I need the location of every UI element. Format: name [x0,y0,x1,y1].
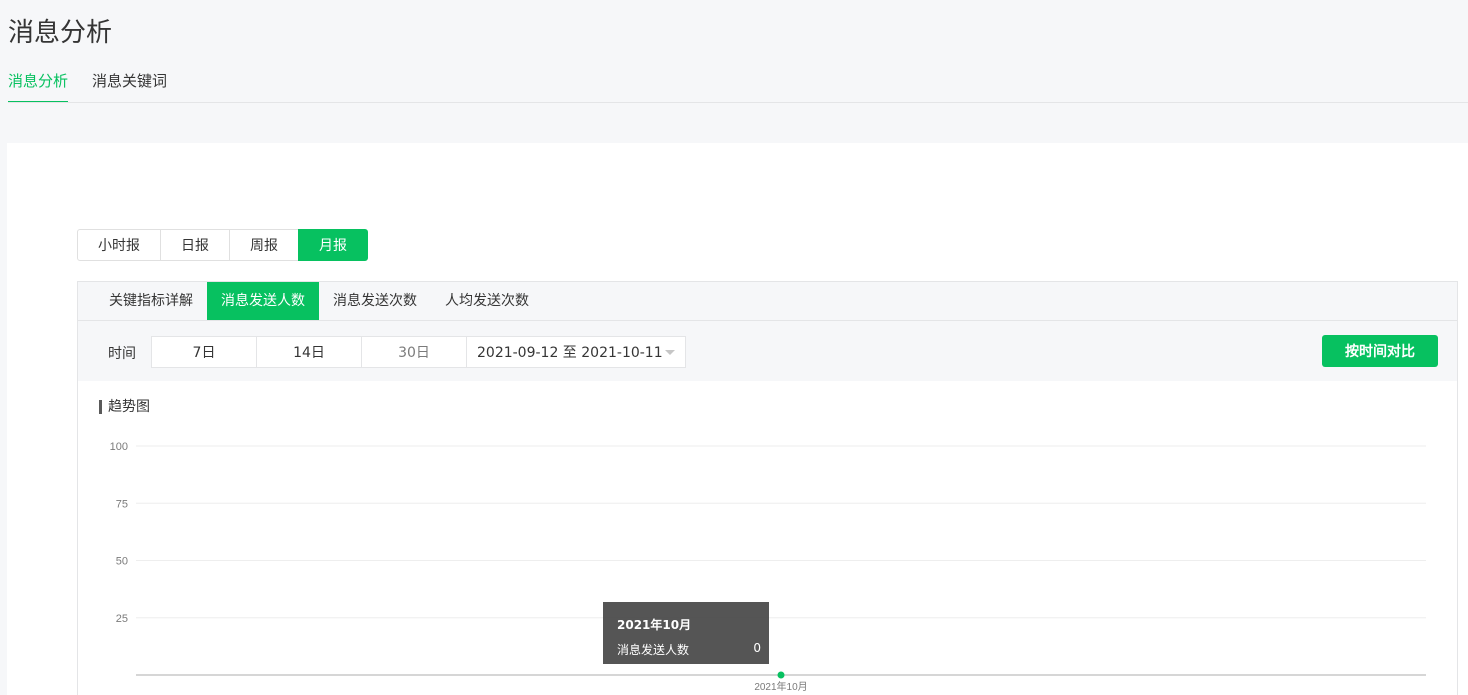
filter-bar: 时间 7日 14日 30日 2021-09-12 至 2021-10-11 按时… [78,321,1457,381]
range-7d-button[interactable]: 7日 [151,336,257,368]
tooltip-value: 0 [753,641,761,655]
chart-tooltip: 2021年10月 消息发送人数 0 [603,602,769,664]
period-daily-button[interactable]: 日报 [160,229,230,261]
metric-tabs: 关键指标详解 消息发送人数 消息发送次数 人均发送次数 [78,282,1457,321]
y-tick-label: 75 [116,498,128,510]
tooltip-series-name: 消息发送人数 [617,643,690,657]
page-title: 消息分析 [8,18,113,48]
trend-chart: 25 50 75 100 2021年10月 2021年10月 消息发送人数 0 [78,432,1459,695]
y-tick-label: 25 [116,613,128,625]
trend-chart-title: 趋势图 [99,400,150,414]
tooltip-row: 消息发送人数 0 [617,641,761,658]
metric-tab-key-indicators[interactable]: 关键指标详解 [95,282,207,320]
metric-tab-avg-sends[interactable]: 人均发送次数 [431,282,543,320]
period-monthly-button[interactable]: 月报 [298,229,368,261]
analysis-panel: 关键指标详解 消息发送人数 消息发送次数 人均发送次数 时间 7日 14日 30… [77,281,1458,695]
metric-tab-senders[interactable]: 消息发送人数 [207,282,319,320]
y-tick-label: 100 [110,441,128,453]
content-card: 小时报 日报 周报 月报 关键指标详解 消息发送人数 消息发送次数 人均发送次数… [7,143,1468,695]
tab-divider [8,102,1468,103]
date-range-text: 2021-09-12 至 2021-10-11 [477,345,663,361]
date-range-picker[interactable]: 2021-09-12 至 2021-10-11 [466,336,686,368]
period-weekly-button[interactable]: 周报 [229,229,299,261]
compare-by-time-button[interactable]: 按时间对比 [1322,335,1438,367]
top-tabs: 消息分析 消息关键词 [8,70,191,103]
data-point[interactable] [777,671,785,679]
time-label: 时间 [108,346,136,362]
y-tick-label: 50 [116,556,128,568]
period-selector: 小时报 日报 周报 月报 [77,229,368,261]
metric-tab-send-count[interactable]: 消息发送次数 [319,282,431,320]
x-tick-label: 2021年10月 [754,680,807,693]
tab-message-keywords[interactable]: 消息关键词 [92,70,191,103]
tooltip-title: 2021年10月 [617,618,692,632]
range-selector: 7日 14日 30日 [151,336,467,368]
caret-down-icon [665,350,675,355]
range-30d-button[interactable]: 30日 [361,336,467,368]
tab-message-analysis[interactable]: 消息分析 [8,70,92,103]
range-14d-button[interactable]: 14日 [256,336,362,368]
period-hourly-button[interactable]: 小时报 [77,229,161,261]
